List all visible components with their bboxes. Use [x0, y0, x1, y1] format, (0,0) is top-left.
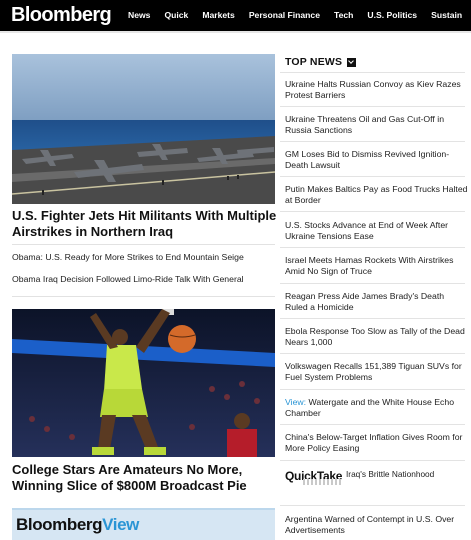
top-news-item[interactable]: Argentina Warned of Contempt in U.S. Ove…	[285, 514, 468, 536]
top-news-item[interactable]: Volkswagen Recalls 151,389 Tiguan SUVs f…	[285, 361, 468, 383]
nav-item-tech[interactable]: Tech	[334, 0, 353, 31]
divider	[280, 72, 465, 73]
top-news-item[interactable]: Israel Meets Hamas Rockets With Airstrik…	[285, 255, 468, 277]
top-nav-bar: Bloomberg News Quick Markets Personal Fi…	[0, 0, 471, 31]
nav-item-us-politics[interactable]: U.S. Politics	[367, 0, 417, 31]
hero-headline-college-stars[interactable]: College Stars Are Amateurs No More, Winn…	[12, 462, 280, 494]
divider	[12, 296, 275, 297]
main-nav: News Quick Markets Personal Finance Tech…	[128, 0, 471, 31]
top-news-item[interactable]: Reagan Press Aide James Brady's Death Ru…	[285, 291, 468, 313]
bloomberg-logo[interactable]: Bloomberg	[11, 3, 112, 27]
top-news-item[interactable]: GM Loses Bid to Dismiss Revived Ignition…	[285, 149, 468, 171]
divider	[280, 141, 465, 142]
divider	[280, 353, 465, 354]
bloomberg-view-logo[interactable]: BloombergView	[16, 514, 139, 536]
nav-item-personal-finance[interactable]: Personal Finance	[249, 0, 320, 31]
divider	[280, 176, 465, 177]
quicktake-module[interactable]: QuickTake Iraq's Brittle Nationhood	[285, 467, 470, 489]
divider	[12, 244, 275, 245]
divider	[280, 505, 465, 506]
related-link-2[interactable]: Obama Iraq Decision Followed Limo-Ride T…	[12, 274, 244, 285]
nav-item-sustain[interactable]: Sustain	[431, 0, 462, 31]
quicktake-logo-dots	[303, 479, 341, 485]
top-news-heading[interactable]: TOP NEWS	[285, 56, 357, 68]
hero-headline-fighter-jets[interactable]: U.S. Fighter Jets Hit Militants With Mul…	[12, 208, 280, 240]
top-news-item[interactable]: Putin Makes Baltics Pay as Food Trucks H…	[285, 184, 468, 206]
hero-image-fighter-jets[interactable]	[12, 54, 275, 204]
chevron-down-icon[interactable]	[347, 57, 357, 67]
top-news-item[interactable]: U.S. Stocks Advance at End of Week After…	[285, 220, 468, 242]
divider	[280, 106, 465, 107]
top-news-item[interactable]: Ukraine Threatens Oil and Gas Cut-Off in…	[285, 114, 468, 136]
divider	[280, 318, 465, 319]
top-news-item-view[interactable]: View: Watergate and the White House Echo…	[285, 397, 468, 419]
related-link-1[interactable]: Obama: U.S. Ready for More Strikes to En…	[12, 252, 244, 263]
divider	[280, 460, 465, 461]
top-news-item[interactable]: Ukraine Halts Russian Convoy as Kiev Raz…	[285, 79, 468, 101]
divider	[280, 283, 465, 284]
bloomberg-view-module[interactable]: BloombergView	[12, 508, 275, 540]
nav-item-news[interactable]: News	[128, 0, 150, 31]
divider	[280, 424, 465, 425]
divider	[280, 247, 465, 248]
top-news-item[interactable]: Ebola Response Too Slow as Tally of the …	[285, 326, 468, 348]
view-label: View:	[285, 397, 307, 407]
nav-divider	[0, 31, 471, 33]
quicktake-link[interactable]: Iraq's Brittle Nationhood	[346, 469, 434, 479]
hero-image-college-basketball[interactable]	[12, 309, 275, 457]
quicktake-logo: QuickTake	[285, 469, 343, 485]
divider	[280, 211, 465, 212]
divider	[280, 389, 465, 390]
top-news-item[interactable]: China's Below-Target Inflation Gives Roo…	[285, 432, 468, 454]
nav-item-quick[interactable]: Quick	[164, 0, 188, 31]
nav-item-markets[interactable]: Markets	[202, 0, 234, 31]
